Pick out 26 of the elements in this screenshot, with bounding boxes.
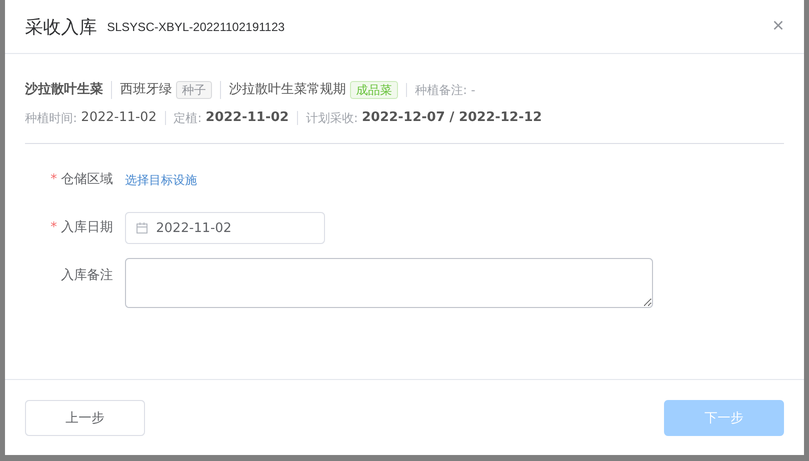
form-label: 入库日期 [61, 220, 113, 235]
info-label: 定植: [174, 111, 202, 125]
info-value: 沙拉散叶生菜常规期 [229, 83, 346, 97]
info-value: 2022-11-02 [206, 111, 289, 125]
info-label: 种植备注: [415, 83, 468, 97]
order-code: SLSYSC-XBYL-20221102191123 [107, 20, 285, 34]
info-value: 2022-12-07 / 2022-12-12 [362, 111, 542, 125]
dialog-title: 采收入库 [25, 16, 97, 38]
previous-button[interactable]: 上一步 [25, 400, 145, 436]
required-mark: * [50, 172, 57, 187]
close-button[interactable]: × [772, 15, 784, 38]
date-field[interactable]: 2022-11-02 [125, 212, 325, 244]
info-value: - [471, 83, 476, 97]
info-value: 沙拉散叶生菜 [25, 83, 103, 97]
required-mark: * [50, 220, 57, 235]
info-label: 计划采收: [306, 111, 358, 125]
tag: 种子 [176, 81, 212, 99]
info-label: 种植时间: [25, 111, 78, 125]
remark-field[interactable] [125, 258, 653, 308]
calendar-icon [136, 222, 148, 234]
select-facility-link[interactable]: 选择目标设施 [125, 164, 197, 196]
info-value: 2022-11-02 [81, 111, 157, 125]
form-label: 仓储区域 [61, 172, 113, 187]
tag: 成品菜 [350, 81, 398, 99]
form-label: 入库备注 [61, 268, 113, 283]
info-value: 西班牙绿 [120, 83, 172, 97]
